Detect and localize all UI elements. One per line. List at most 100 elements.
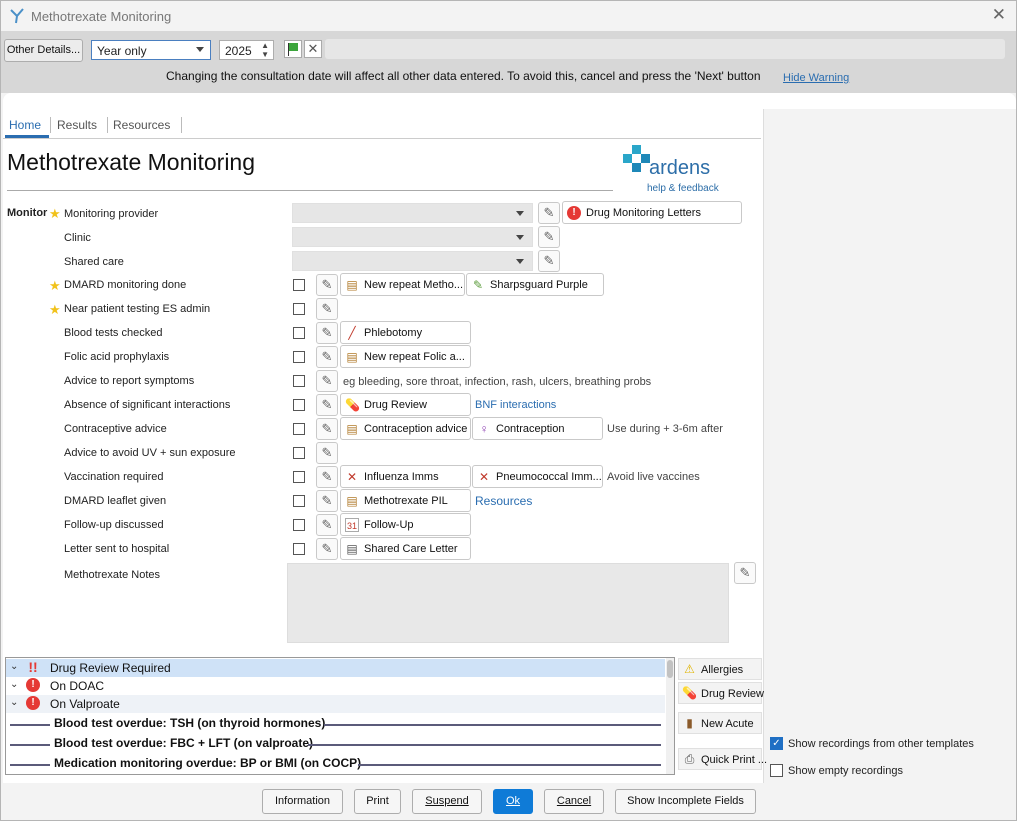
- edit-pencil-icon[interactable]: ✎: [316, 490, 338, 512]
- tab-home[interactable]: Home: [9, 118, 41, 132]
- edit-pencil-icon[interactable]: ✎: [316, 274, 338, 296]
- drug-review-button[interactable]: 💊 Drug Review: [340, 393, 471, 416]
- methotrexate-notes-field[interactable]: [287, 563, 729, 643]
- cancel-button[interactable]: Cancel: [544, 789, 604, 814]
- show-incomplete-fields-button[interactable]: Show Incomplete Fields: [615, 789, 756, 814]
- button-label: Sharpsguard Purple: [490, 279, 588, 291]
- edit-pencil-icon[interactable]: ✎: [316, 322, 338, 344]
- chevron-down-icon: [516, 235, 524, 240]
- edit-pencil-icon[interactable]: ✎: [316, 418, 338, 440]
- follow-up-button[interactable]: 31 Follow-Up: [340, 513, 471, 536]
- print-button[interactable]: Print: [354, 789, 401, 814]
- tab-resources[interactable]: Resources: [113, 118, 170, 132]
- monitoring-provider-dropdown[interactable]: [292, 203, 533, 223]
- other-details-button[interactable]: Other Details...: [4, 39, 83, 62]
- followup-checkbox[interactable]: [293, 519, 305, 531]
- letter-checkbox[interactable]: [293, 543, 305, 555]
- ardens-logo[interactable]: ardens help & feedback: [623, 143, 733, 195]
- show-empty-checkbox[interactable]: [770, 764, 783, 777]
- divider: [324, 724, 661, 726]
- hint-text: Avoid live vaccines: [607, 471, 700, 483]
- advice-symptoms-checkbox[interactable]: [293, 375, 305, 387]
- tab-divider: [107, 117, 108, 133]
- npt-checkbox[interactable]: [293, 303, 305, 315]
- prescription-icon: ▤: [346, 350, 358, 364]
- edit-pencil-icon[interactable]: ✎: [316, 538, 338, 560]
- chevron-down-icon[interactable]: ⌄: [10, 679, 18, 690]
- information-button[interactable]: Information: [262, 789, 343, 814]
- row-label: Advice to avoid UV + sun exposure: [64, 447, 236, 459]
- leaflet-checkbox[interactable]: [293, 495, 305, 507]
- contraception-button[interactable]: ♀ Contraception: [472, 417, 603, 440]
- chevron-down-icon[interactable]: ⌄: [10, 661, 18, 672]
- suspend-button[interactable]: Suspend: [412, 789, 482, 814]
- allergies-button[interactable]: ⚠ Allergies: [678, 658, 762, 680]
- overdue-row: Blood test overdue: FBC + LFT (on valpro…: [6, 735, 665, 753]
- clear-icon[interactable]: ✕: [304, 40, 322, 58]
- new-repeat-folic-button[interactable]: ▤ New repeat Folic a...: [340, 345, 471, 368]
- year-stepper[interactable]: 2025 ▲ ▼: [219, 40, 274, 60]
- clinic-dropdown[interactable]: [292, 227, 533, 247]
- edit-pencil-icon[interactable]: ✎: [538, 202, 560, 224]
- flag-button[interactable]: [284, 40, 302, 58]
- hide-warning-link[interactable]: Hide Warning: [783, 72, 849, 84]
- sharpsguard-button[interactable]: ✎ Sharpsguard Purple: [466, 273, 604, 296]
- drug-review-side-button[interactable]: 💊 Drug Review: [678, 682, 764, 704]
- uv-checkbox[interactable]: [293, 447, 305, 459]
- pneumococcal-imms-button[interactable]: ✕ Pneumococcal Imm...: [472, 465, 603, 488]
- scrollbar-thumb[interactable]: [667, 660, 673, 678]
- phlebotomy-button[interactable]: ╱ Phlebotomy: [340, 321, 471, 344]
- help-feedback-link[interactable]: help & feedback: [647, 183, 719, 194]
- drug-monitoring-letters-button[interactable]: ! Drug Monitoring Letters: [562, 201, 742, 224]
- alert-row[interactable]: ⌄ ! On DOAC: [6, 677, 665, 695]
- alert-icon: !: [26, 696, 40, 710]
- alert-row[interactable]: ⌄ !! Drug Review Required: [6, 659, 665, 677]
- edit-pencil-icon[interactable]: ✎: [316, 346, 338, 368]
- tab-results[interactable]: Results: [57, 118, 97, 132]
- contraception-advice-button[interactable]: ▤ Contraception advice: [340, 417, 471, 440]
- close-icon[interactable]: ✕: [992, 5, 1006, 25]
- edit-pencil-icon[interactable]: ✎: [316, 370, 338, 392]
- influenza-imms-button[interactable]: ✕ Influenza Imms: [340, 465, 471, 488]
- alerts-panel: ⌄ !! Drug Review Required ⌄ ! On DOAC ⌄ …: [5, 657, 675, 775]
- edit-pencil-icon[interactable]: ✎: [316, 466, 338, 488]
- right-panel: [763, 109, 1016, 783]
- period-select[interactable]: Year only: [91, 40, 211, 60]
- overdue-text: Medication monitoring overdue: BP or BMI…: [54, 756, 362, 770]
- divider: [308, 744, 661, 746]
- edit-pencil-icon[interactable]: ✎: [734, 562, 756, 584]
- divider: [7, 190, 613, 191]
- alert-row[interactable]: ⌄ ! On Valproate: [6, 695, 665, 713]
- shared-care-dropdown[interactable]: [292, 251, 533, 271]
- show-other-checkbox[interactable]: ✓: [770, 737, 783, 750]
- quick-print-button[interactable]: ⎙ Quick Print ...: [678, 748, 767, 770]
- edit-pencil-icon[interactable]: ✎: [316, 442, 338, 464]
- folic-checkbox[interactable]: [293, 351, 305, 363]
- hint-text: eg bleeding, sore throat, infection, ras…: [343, 376, 652, 388]
- scrollbar[interactable]: [666, 658, 674, 774]
- edit-pencil-icon[interactable]: ✎: [538, 226, 560, 248]
- shared-care-letter-button[interactable]: ▤ Shared Care Letter: [340, 537, 471, 560]
- edit-pencil-icon[interactable]: ✎: [316, 394, 338, 416]
- edit-pencil-icon[interactable]: ✎: [316, 298, 338, 320]
- flag-pole: [288, 43, 289, 56]
- contraceptive-checkbox[interactable]: [293, 423, 305, 435]
- interactions-checkbox[interactable]: [293, 399, 305, 411]
- resources-link[interactable]: Resources: [475, 494, 532, 508]
- button-label: Follow-Up: [364, 519, 414, 531]
- ok-button[interactable]: Ok: [493, 789, 533, 814]
- dmard-done-checkbox[interactable]: [293, 279, 305, 291]
- blood-tests-checkbox[interactable]: [293, 327, 305, 339]
- needle-icon: ╱: [348, 326, 356, 340]
- methotrexate-pil-button[interactable]: ▤ Methotrexate PIL: [340, 489, 471, 512]
- chevron-down-icon[interactable]: ⌄: [10, 697, 18, 708]
- button-label: New repeat Folic a...: [364, 351, 465, 363]
- vaccination-checkbox[interactable]: [293, 471, 305, 483]
- stepper-arrows-icon[interactable]: ▲ ▼: [261, 41, 269, 59]
- bnf-interactions-link[interactable]: BNF interactions: [475, 399, 556, 411]
- edit-pencil-icon[interactable]: ✎: [538, 250, 560, 272]
- new-acute-button[interactable]: ▮ New Acute: [678, 712, 762, 734]
- new-repeat-metho-button[interactable]: ▤ New repeat Metho...: [340, 273, 465, 296]
- edit-pencil-icon[interactable]: ✎: [316, 514, 338, 536]
- date-bar: [325, 39, 1005, 59]
